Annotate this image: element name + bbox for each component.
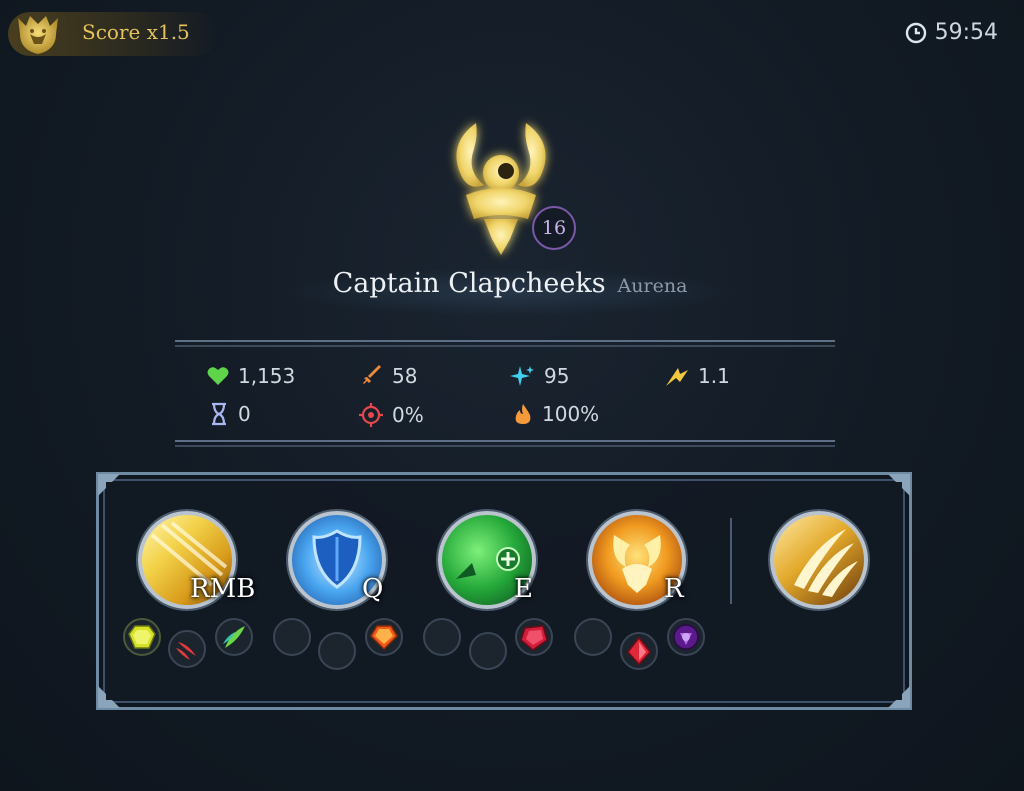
stat-attack-speed: 1.1 [664,364,730,388]
item-slot-empty[interactable] [469,632,507,670]
hero-level-badge: 16 [532,206,576,250]
green-blade-gem-icon [223,626,245,648]
hero-name: Aurena [617,275,688,297]
item-slot-empty[interactable] [273,618,311,656]
clock-icon [905,22,926,43]
item-slot[interactable] [123,618,161,656]
panel-corner-ornament [98,686,120,708]
ability-key-label: Q [362,574,384,604]
ability-separator [730,518,732,604]
panel-corner-ornament [888,474,910,496]
hourglass-icon [212,402,226,426]
stats-divider-bottom [175,440,835,448]
stat-cooldown-value: 0 [238,402,251,426]
orange-gem-icon [370,625,398,651]
lion-crest-icon [18,16,58,54]
stats-divider-top [175,340,835,348]
match-timer: 59:54 [905,20,998,45]
red-gem-icon [520,625,548,651]
wing-icon [666,368,688,386]
crosshair-icon [359,403,383,427]
stat-power-value: 58 [392,364,418,388]
item-slot[interactable] [365,618,403,656]
item-slot[interactable] [215,618,253,656]
item-slot-empty[interactable] [423,618,461,656]
stat-crit-chance: 0% [358,402,424,428]
timer-value: 59:54 [934,20,998,45]
hero-name-row: Captain Clapcheeks Aurena [280,268,740,316]
stat-health: 1,153 [206,364,295,388]
flame-icon [515,404,531,424]
item-slot[interactable] [667,618,705,656]
red-crystal-icon [627,636,651,666]
stat-attack-speed-value: 1.1 [698,364,730,388]
panel-corner-ornament [888,686,910,708]
item-slot-empty[interactable] [318,632,356,670]
ability-key-label: RMB [190,574,256,604]
sparkle-icon [510,366,534,386]
item-slot-empty[interactable] [574,618,612,656]
panel-corner-ornament [98,474,120,496]
stat-ability-haste-value: 95 [544,364,570,388]
ability-key-label: R [664,574,684,604]
purple-gem-icon [673,624,699,650]
sword-icon [363,365,381,384]
stat-ability-haste: 95 [510,364,569,388]
heart-icon [207,367,229,385]
stat-crit-chance-value: 0% [392,403,424,427]
red-claw-gem-icon [176,642,196,660]
stat-burn: 100% [512,402,599,426]
item-slot[interactable] [620,632,658,670]
player-name: Captain Clapcheeks [332,268,606,299]
stat-power: 58 [360,364,417,388]
ability-key-label: E [514,574,533,604]
stat-cooldown: 0 [208,402,251,426]
item-slot[interactable] [515,618,553,656]
stat-burn-value: 100% [542,402,600,426]
golden-claw-icon [794,529,858,597]
stat-health-value: 1,153 [238,364,296,388]
score-multiplier-label: Score x1.5 [82,20,190,44]
yellow-gem-icon [128,625,156,649]
item-slot[interactable] [168,630,206,668]
ability-passive[interactable] [770,511,868,609]
